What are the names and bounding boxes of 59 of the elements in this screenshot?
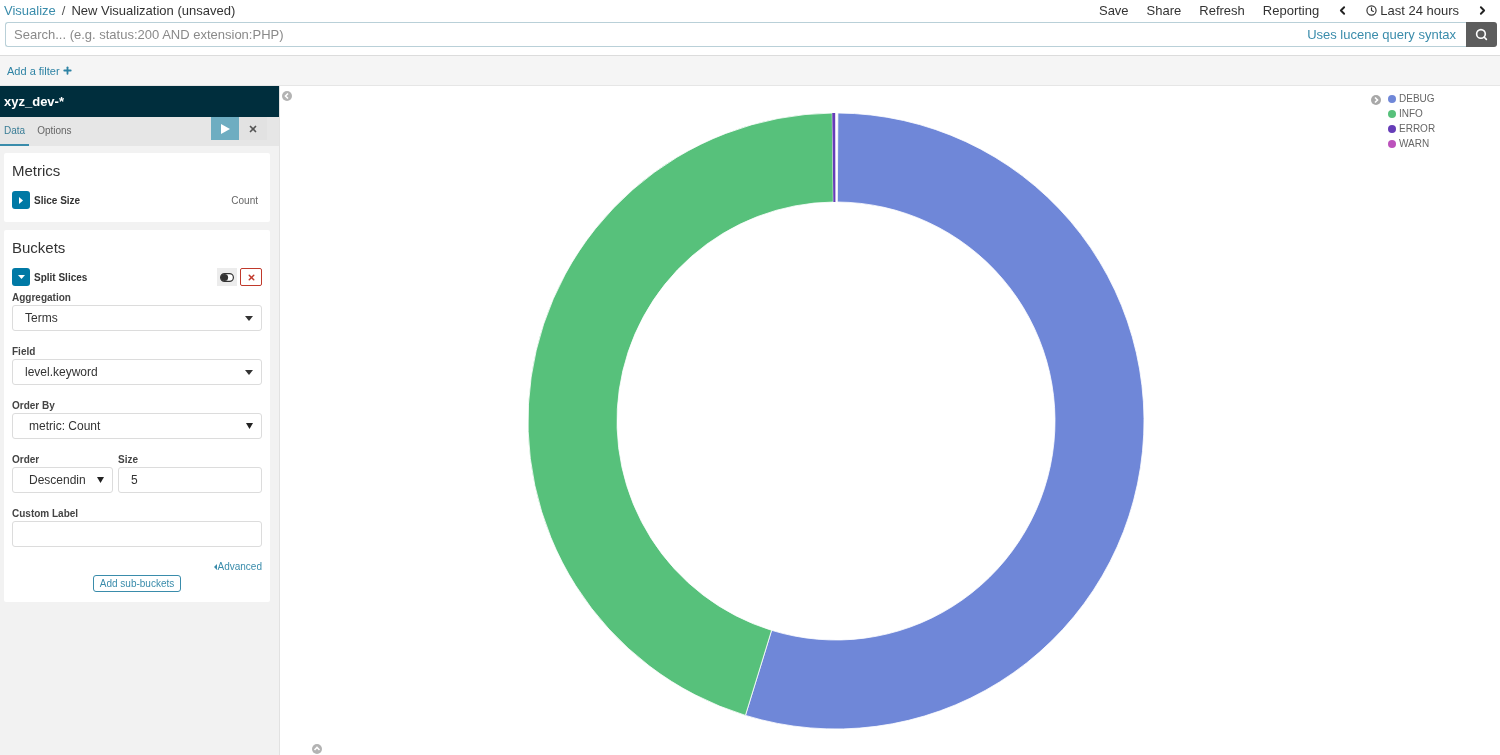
- panel-title: Metrics: [12, 162, 62, 180]
- field-label: Field: [12, 346, 37, 358]
- legend-toggle-icon[interactable]: [1371, 95, 1381, 105]
- caret-down-icon: [245, 369, 253, 375]
- plus-icon: [61, 65, 73, 76]
- nav-button[interactable]: Share: [1137, 0, 1191, 21]
- search-field[interactable]: Search... (e.g. status:200 AND extension:PHP): [5, 22, 1298, 47]
- nav-button[interactable]: Refresh: [1190, 0, 1254, 21]
- disable-aggregation-button[interactable]: [217, 268, 237, 286]
- page-title: New Visualization (unsaved): [71, 3, 236, 18]
- expand-toggle-button[interactable]: [12, 191, 30, 209]
- legend-label[interactable]: INFO: [1399, 108, 1423, 119]
- syntax-help-link[interactable]: Uses lucene query syntax: [1297, 22, 1466, 47]
- advanced-link[interactable]: Advanced: [213, 561, 262, 572]
- input-field[interactable]: 5: [118, 467, 262, 493]
- aggregation-title: Split Slices: [34, 271, 88, 283]
- aggregation-title: Slice Size: [34, 194, 81, 206]
- caret-down-icon: [97, 477, 104, 483]
- discard-button[interactable]: [239, 117, 267, 140]
- add-sub-buckets-button[interactable]: Add sub-buckets: [92, 575, 182, 592]
- expand-toggle-button[interactable]: [12, 268, 30, 286]
- search-button[interactable]: [1466, 22, 1497, 47]
- panel-title: Buckets: [12, 239, 67, 257]
- field-label: Size: [118, 454, 139, 466]
- select-field[interactable]: metric: Count: [12, 413, 262, 439]
- remove-aggregation-button[interactable]: [240, 268, 262, 286]
- field-label: Custom Label: [12, 508, 80, 520]
- select-field[interactable]: Terms: [12, 305, 262, 331]
- tab[interactable]: Data: [0, 117, 30, 146]
- caret-down-icon: [245, 315, 253, 321]
- nav-button[interactable]: Reporting: [1253, 0, 1329, 21]
- close-icon: [246, 272, 256, 282]
- tab[interactable]: Options: [33, 117, 76, 146]
- nav-button[interactable]: Save: [1089, 0, 1138, 21]
- legend-label[interactable]: DEBUG: [1399, 93, 1435, 104]
- search-icon: [1475, 28, 1488, 41]
- aggregation-value: Count: [231, 194, 258, 206]
- breadcrumb-separator: /: [61, 3, 66, 18]
- time-range-button[interactable]: Last 24 hours: [1357, 0, 1468, 21]
- field-label: Order By: [12, 400, 56, 412]
- caret-down-icon: [246, 423, 253, 429]
- breadcrumb-link[interactable]: Visualize: [4, 3, 56, 18]
- toggle-icon: [220, 272, 234, 282]
- caret-down-icon: [17, 275, 25, 279]
- clock-icon: [1366, 5, 1378, 16]
- select-field[interactable]: Descendin: [12, 467, 113, 493]
- caret-left-icon: [213, 563, 217, 570]
- input-field[interactable]: [12, 521, 262, 547]
- field-label: Order: [12, 454, 41, 466]
- close-icon: [248, 123, 258, 134]
- play-icon: [220, 123, 230, 134]
- legend-label[interactable]: WARN: [1399, 138, 1430, 149]
- field-label: Aggregation: [12, 292, 72, 304]
- apply-button[interactable]: [211, 117, 239, 140]
- caret-right-icon: [19, 196, 23, 204]
- add-filter-link[interactable]: Add a filter: [7, 64, 73, 77]
- legend-label[interactable]: ERROR: [1399, 123, 1436, 134]
- select-field[interactable]: level.keyword: [12, 359, 262, 385]
- index-pattern-title: xyz_dev-*: [0, 86, 279, 117]
